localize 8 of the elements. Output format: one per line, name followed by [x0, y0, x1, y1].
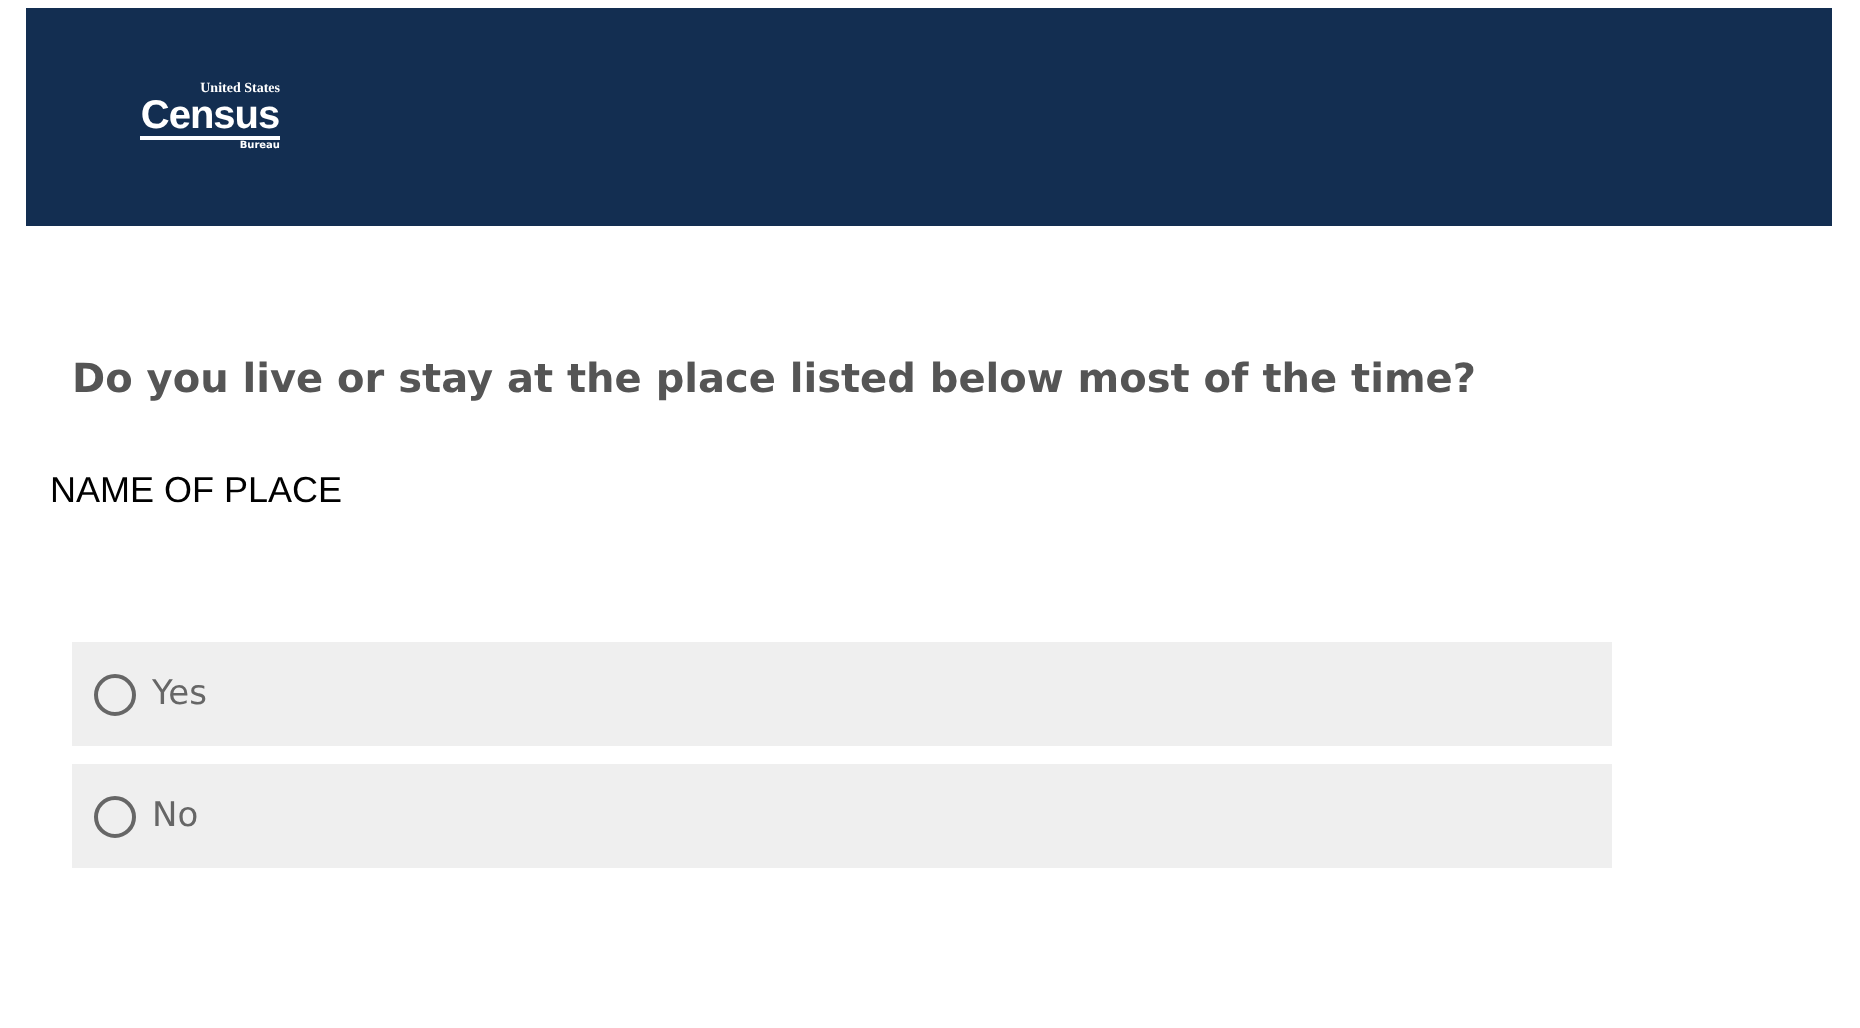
option-label: Yes	[152, 674, 207, 714]
radio-option[interactable]: Yes	[72, 642, 1612, 746]
question-text: Do you live or stay at the place listed below most of the time?	[72, 354, 1478, 402]
radio-button[interactable]	[94, 795, 136, 837]
place-name: NAME OF PLACE	[50, 470, 345, 512]
option-label: No	[152, 796, 199, 836]
radio-button[interactable]	[94, 673, 136, 715]
radio-option[interactable]: No	[72, 764, 1612, 868]
